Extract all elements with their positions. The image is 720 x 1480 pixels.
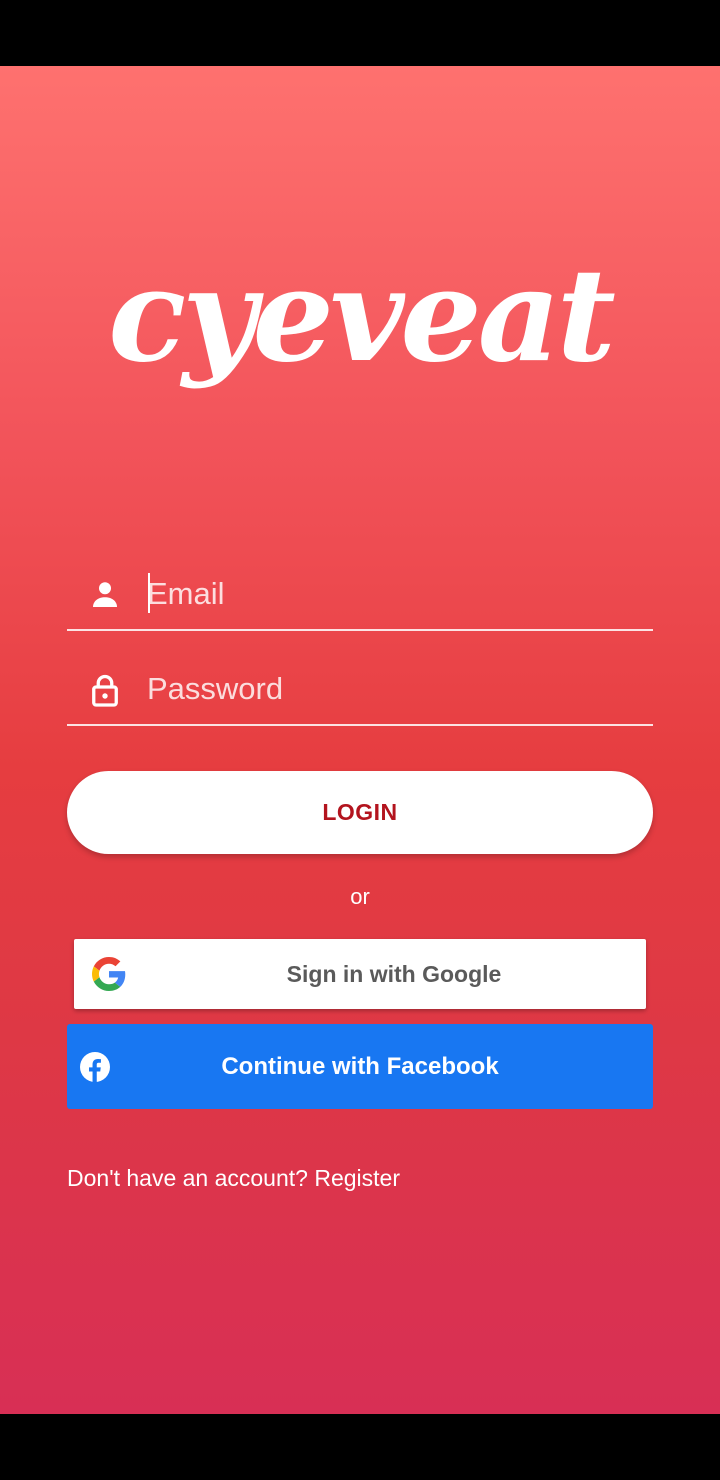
lock-icon — [92, 674, 118, 707]
password-input[interactable] — [147, 664, 637, 714]
facebook-login-button[interactable]: Continue with Facebook — [67, 1024, 653, 1109]
email-input[interactable] — [147, 569, 637, 619]
status-bar — [0, 0, 720, 66]
facebook-f-icon — [80, 1052, 110, 1082]
register-row: Don't have an account? Register — [67, 1165, 400, 1192]
or-divider-text: or — [350, 884, 370, 909]
login-screen: cyeveat LOGIN or Sign in with Google — [0, 66, 720, 1414]
google-button-label: Sign in with Google — [286, 961, 502, 987]
app-logo: cyeveat — [108, 241, 616, 391]
navigation-bar — [0, 1414, 720, 1480]
google-g-icon — [92, 957, 126, 991]
text-caret — [148, 573, 150, 613]
email-field[interactable] — [67, 559, 653, 631]
register-link[interactable]: Register — [314, 1165, 400, 1191]
register-prompt: Don't have an account? — [67, 1165, 308, 1191]
google-sign-in-button[interactable]: Sign in with Google — [74, 939, 646, 1009]
facebook-button-label: Continue with Facebook — [221, 1053, 499, 1080]
login-button[interactable]: LOGIN — [67, 771, 653, 854]
password-field[interactable] — [67, 654, 653, 726]
person-icon — [93, 582, 117, 607]
